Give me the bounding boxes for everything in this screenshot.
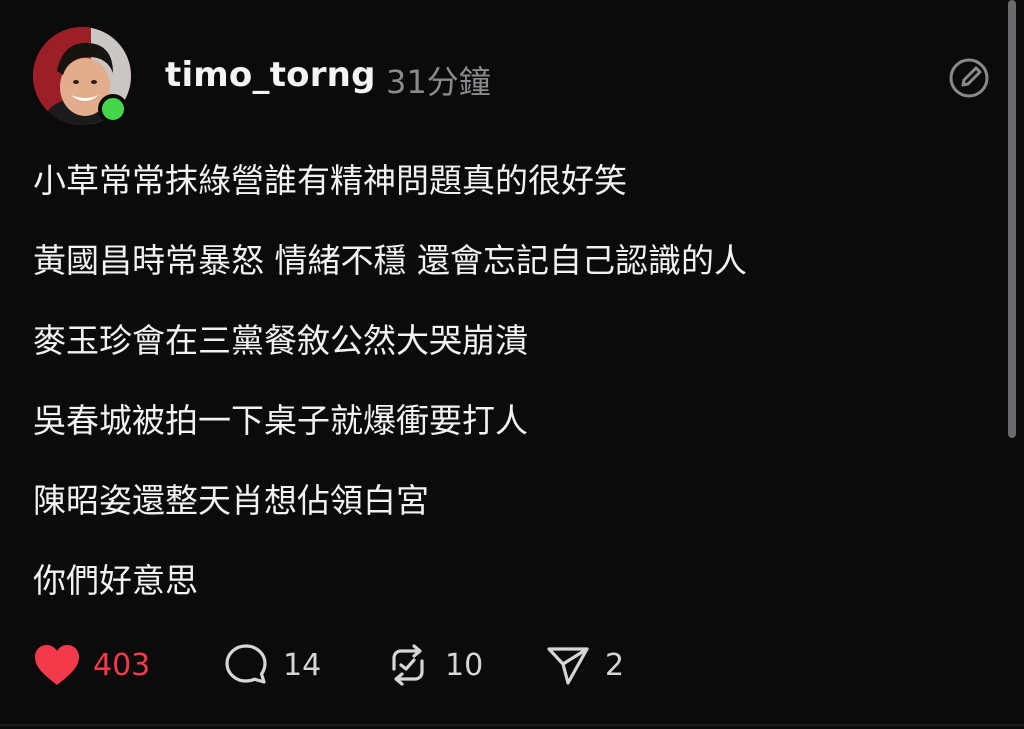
threads-post: timo_torng 31分鐘 小草常常抹綠營誰有精神問題真的很好笑 黃國昌時常… (0, 0, 1024, 729)
online-status-dot-icon (98, 94, 128, 124)
like-button[interactable]: 403 (33, 638, 150, 692)
post-line: 小草常常抹綠營誰有精神問題真的很好笑 (33, 161, 627, 200)
post-time: 31分鐘 (386, 63, 491, 101)
share-button[interactable]: 2 (545, 638, 624, 692)
heart-icon (35, 645, 79, 685)
post-line: 陳昭姿還整天肖想佔領白宮 (33, 481, 429, 520)
repost-button[interactable]: 10 (385, 638, 483, 692)
edit-circle-icon[interactable] (948, 57, 990, 99)
post-line: 你們好意思 (33, 561, 198, 600)
repost-icon (392, 644, 424, 686)
comment-count: 14 (283, 647, 322, 683)
comment-button[interactable]: 14 (223, 638, 321, 692)
post-actions: 403 14 10 2 (33, 638, 733, 692)
post-line: 黃國昌時常暴怒 情緒不穩 還會忘記自己認識的人 (33, 241, 747, 280)
post-body: 小草常常抹綠營誰有精神問題真的很好笑 黃國昌時常暴怒 情緒不穩 還會忘記自己認識… (33, 160, 973, 640)
post-line: 吳春城被拍一下桌子就爆衝要打人 (33, 401, 528, 440)
comment-bubble-icon (225, 644, 267, 684)
share-count: 2 (605, 647, 625, 683)
post-line: 麥玉珍會在三黨餐敘公然大哭崩潰 (33, 321, 528, 360)
username[interactable]: timo_torng (165, 55, 376, 95)
post-divider (0, 724, 1024, 726)
repost-count: 10 (445, 647, 484, 683)
like-count: 403 (93, 647, 151, 683)
send-arrow-icon (547, 647, 589, 685)
scrollbar[interactable] (1008, 0, 1016, 438)
